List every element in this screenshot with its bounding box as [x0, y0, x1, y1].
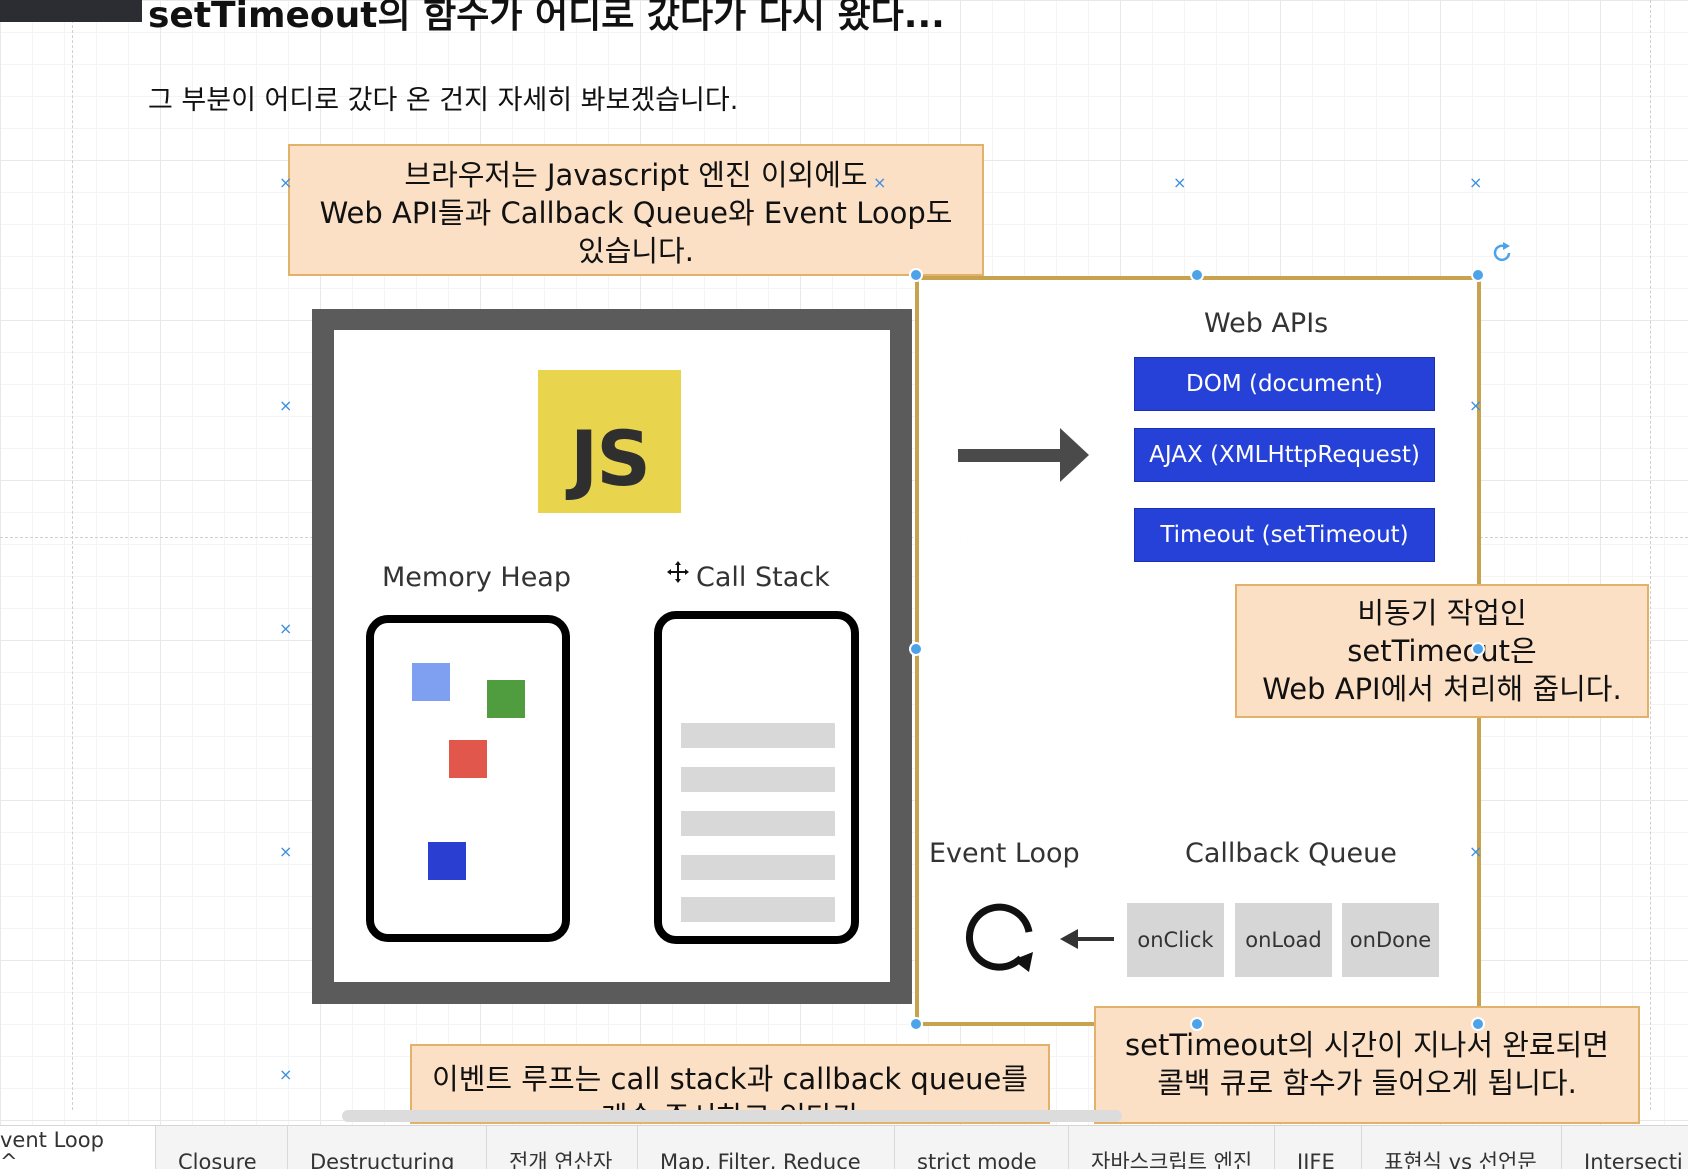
- guide-line-vertical: [72, 0, 73, 1110]
- queue-item-onclick: onClick: [1127, 903, 1224, 977]
- heap-object: [412, 663, 450, 701]
- connection-point-marker: ×: [279, 619, 293, 638]
- tab-destructuring[interactable]: Destructuring: [288, 1126, 487, 1169]
- rotate-icon[interactable]: [1490, 240, 1514, 264]
- callback-queue-label: Callback Queue: [1185, 838, 1397, 869]
- heap-object: [428, 842, 466, 880]
- arrow-left-icon: [1060, 926, 1114, 952]
- connection-point-marker: ×: [1469, 842, 1483, 861]
- resize-handle[interactable]: [1190, 1017, 1204, 1031]
- arrow-right-icon: [958, 425, 1090, 485]
- stack-frame: [681, 723, 835, 748]
- resize-handle[interactable]: [909, 268, 923, 282]
- tab-intersection[interactable]: Intersecti: [1562, 1126, 1688, 1169]
- page-subtitle: 그 부분이 어디로 갔다 온 건지 자세히 봐보겠습니다.: [148, 85, 739, 116]
- stack-frame: [681, 767, 835, 792]
- connection-point-marker: ×: [279, 173, 293, 192]
- memory-heap-label: Memory Heap: [382, 562, 571, 593]
- tab-map-filter-reduce[interactable]: Map, Filter, Reduce: [638, 1126, 895, 1169]
- note-async[interactable]: 비동기 작업인 setTimeout은 Web API에서 처리해 줍니다.: [1235, 584, 1649, 718]
- event-loop-label: Event Loop: [929, 838, 1080, 869]
- connection-point-marker: ×: [1469, 396, 1483, 415]
- heap-object: [449, 740, 487, 778]
- top-toolbar-fragment: [0, 0, 142, 22]
- queue-item-ondone: onDone: [1342, 903, 1439, 977]
- resize-handle[interactable]: [1190, 268, 1204, 282]
- resize-handle[interactable]: [909, 1017, 923, 1031]
- move-cursor-icon: [666, 560, 690, 584]
- page-tab-bar: vent Loop ^ Closure Destructuring 전개 연산자…: [0, 1125, 1688, 1169]
- tab-spread-operator[interactable]: 전개 연산자: [487, 1126, 638, 1169]
- stack-frame: [681, 897, 835, 922]
- connection-point-marker: ×: [1173, 173, 1187, 192]
- web-apis-title: Web APIs: [1204, 308, 1329, 339]
- web-api-dom: DOM (document): [1134, 357, 1435, 411]
- connection-point-marker: ×: [873, 173, 887, 192]
- tab-strict-mode[interactable]: strict mode: [895, 1126, 1069, 1169]
- note-timeout-done[interactable]: setTimeout의 시간이 지나서 완료되면 콜백 큐로 함수가 들어오게 …: [1094, 1006, 1640, 1124]
- page-title: setTimeout의 함수가 어디로 갔다가 다시 왔다...: [148, 0, 945, 36]
- connection-point-marker: ×: [279, 1065, 293, 1084]
- web-api-ajax: AJAX (XMLHttpRequest): [1134, 428, 1435, 482]
- stack-frame: [681, 855, 835, 880]
- tab-event-loop[interactable]: vent Loop ^: [0, 1126, 156, 1169]
- tab-iife[interactable]: IIFE: [1275, 1126, 1362, 1169]
- tab-expression-vs-declaration[interactable]: 표현식 vs 선언문: [1362, 1126, 1562, 1169]
- call-stack-label: Call Stack: [696, 562, 830, 593]
- guide-line-vertical-right: [1650, 0, 1651, 1110]
- resize-handle[interactable]: [1471, 642, 1485, 656]
- connection-point-marker: ×: [1469, 173, 1483, 192]
- tab-js-engine[interactable]: 자바스크립트 엔진: [1069, 1126, 1275, 1169]
- resize-handle[interactable]: [909, 642, 923, 656]
- js-logo: JS: [538, 370, 681, 513]
- web-api-timeout: Timeout (setTimeout): [1134, 508, 1435, 562]
- horizontal-scrollbar[interactable]: [342, 1110, 1122, 1122]
- resize-handle[interactable]: [1471, 1017, 1485, 1031]
- memory-heap-box: [366, 615, 570, 942]
- tab-closure[interactable]: Closure: [156, 1126, 288, 1169]
- heap-object: [487, 680, 525, 718]
- queue-item-onload: onLoad: [1235, 903, 1332, 977]
- stack-frame: [681, 811, 835, 836]
- note-browser[interactable]: 브라우저는 Javascript 엔진 이외에도 Web API들과 Callb…: [288, 144, 984, 276]
- event-loop-icon: [963, 898, 1043, 978]
- connection-point-marker: ×: [279, 842, 293, 861]
- connection-point-marker: ×: [279, 396, 293, 415]
- resize-handle[interactable]: [1471, 268, 1485, 282]
